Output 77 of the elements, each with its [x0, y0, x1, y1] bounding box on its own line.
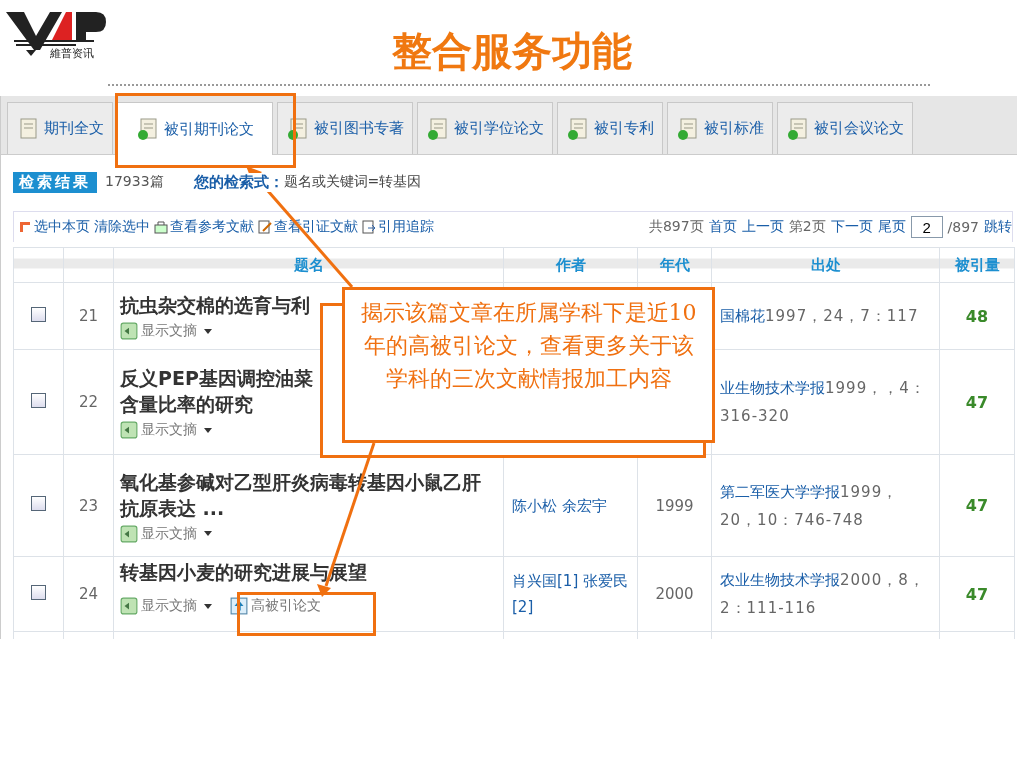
article-title[interactable]: 抗虫杂交棉的选育与利	[120, 292, 310, 318]
article-title[interactable]: 反义PEP基因调控油菜	[120, 365, 313, 391]
year-text: 1999	[655, 496, 694, 515]
callout-box: 揭示该篇文章在所属学科下是近10年的高被引论文，查看更多关于该学科的三次文献情报加工内容	[342, 287, 715, 443]
column-header: 题名	[293, 255, 324, 274]
toolbar-link[interactable]: 查看参考文献	[154, 218, 254, 236]
caret-icon	[204, 328, 212, 334]
abstract-icon	[120, 421, 138, 439]
document-icon	[676, 116, 700, 141]
toolbar-link[interactable]: 选中本页	[18, 218, 90, 236]
toolbar-link[interactable]: 清除选中	[94, 218, 150, 236]
previous-page-link[interactable]: 上一页	[741, 218, 784, 236]
row-number: 24	[78, 585, 99, 603]
export-icon	[362, 220, 376, 234]
document-icon	[426, 116, 450, 141]
row-number: 21	[78, 307, 99, 325]
abstract-toggle[interactable]: 显示文摘	[120, 322, 212, 340]
row-checkbox[interactable]	[31, 496, 46, 511]
column-header: 被引量	[954, 255, 1000, 274]
caret-icon	[204, 603, 212, 609]
year-text: 2000	[655, 585, 694, 603]
tab[interactable]: 被引期刊论文	[117, 102, 273, 155]
tab[interactable]: 被引会议论文	[777, 102, 913, 154]
row-checkbox[interactable]	[31, 306, 46, 322]
citation-count: 47	[965, 392, 989, 412]
caret-icon	[204, 427, 212, 433]
tab[interactable]: 期刊全文	[7, 102, 113, 154]
results-badge: 检索结果	[13, 171, 97, 193]
row-number: 22	[78, 393, 99, 411]
tab[interactable]: 被引图书专著	[277, 102, 413, 154]
slide-title: 整合服务功能	[391, 26, 633, 76]
source-text: 农业生物技术学报2000，8，2：111-116	[720, 570, 926, 619]
tab[interactable]: 被引学位论文	[417, 102, 553, 154]
abstract-icon	[120, 322, 138, 340]
high-cited-link[interactable]: 高被引论文	[230, 597, 321, 615]
abstract-icon	[120, 597, 138, 615]
query-text: 题名或关键词=转基因	[283, 173, 422, 191]
source-text: 业生物技术学报1999，，4：316-320	[720, 378, 927, 427]
column-header: 出处	[810, 255, 841, 274]
abstract-toggle[interactable]: 显示文摘	[120, 597, 212, 615]
journal-link[interactable]: 第二军医大学学报	[720, 482, 840, 501]
column-header: 作者	[555, 255, 586, 274]
logo-caption: 維普资讯	[50, 46, 94, 61]
document-icon	[136, 117, 160, 141]
first-page-link[interactable]: 首页	[708, 218, 737, 236]
edit-icon	[258, 220, 272, 234]
abstract-toggle[interactable]: 显示文摘	[120, 524, 212, 543]
page-total: 共897页	[648, 218, 704, 236]
corner-arrow-icon	[18, 220, 32, 234]
row-checkbox[interactable]	[31, 392, 46, 408]
journal-link[interactable]: 农业生物技术学报	[720, 571, 840, 589]
column-header: 年代	[659, 255, 690, 274]
source-text: 第二军医大学学报1999，20，10：746-748	[720, 481, 900, 531]
last-page-link[interactable]: 尾页	[877, 218, 906, 236]
document-icon	[786, 116, 810, 141]
caret-icon	[204, 531, 212, 536]
source-text: 国棉花1997，24，7：117	[720, 306, 920, 327]
toolbar-link[interactable]: 引用追踪	[362, 218, 434, 236]
tab[interactable]: 被引专利	[557, 102, 663, 154]
page-count: /897	[947, 219, 979, 235]
journal-link[interactable]: 业生物技术学报	[720, 379, 825, 397]
go-link[interactable]: 跳转	[984, 218, 1012, 236]
current-page: 第2页	[788, 218, 826, 236]
citation-count: 48	[965, 306, 989, 326]
row-checkbox[interactable]	[31, 584, 46, 600]
citation-count: 47	[965, 584, 989, 604]
tab[interactable]: 被引标准	[667, 102, 773, 154]
result-count: 17933篇	[105, 173, 164, 191]
document-icon	[566, 116, 590, 141]
citation-count: 47	[965, 496, 989, 515]
journal-link[interactable]: 国棉花	[720, 307, 765, 325]
next-page-link[interactable]: 下一页	[830, 218, 873, 236]
abstract-icon	[120, 524, 138, 543]
page-input[interactable]: 2	[910, 216, 943, 238]
row-number: 23	[78, 496, 99, 515]
article-title[interactable]: 含量比率的研究	[120, 391, 253, 417]
abstract-toggle[interactable]: 显示文摘	[120, 421, 212, 439]
